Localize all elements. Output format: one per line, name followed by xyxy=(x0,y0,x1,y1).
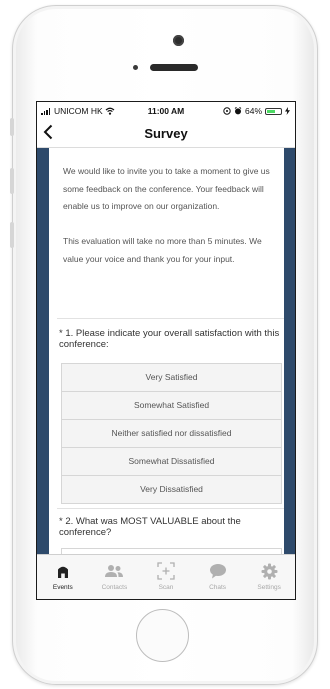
tab-label: Chats xyxy=(209,584,227,591)
battery-percent: 64% xyxy=(244,106,262,116)
survey-scroll-area[interactable]: We would like to invite you to take a mo… xyxy=(37,148,295,554)
alarm-icon xyxy=(234,107,242,115)
front-camera xyxy=(173,35,184,46)
status-bar: UNICOM HK 11:00 AM 64% xyxy=(37,102,295,120)
satisfaction-options: Very Satisfied Somewhat Satisfied Neithe… xyxy=(61,363,282,504)
divider xyxy=(57,318,284,319)
question-2-label: * 2. What was MOST VALUABLE about the co… xyxy=(59,516,241,538)
survey-intro: We would like to invite you to take a mo… xyxy=(63,163,273,286)
intro-paragraph: This evaluation will take no more than 5… xyxy=(63,236,262,264)
survey-card: We would like to invite you to take a mo… xyxy=(49,148,284,554)
page-title: Survey xyxy=(144,126,188,141)
home-icon xyxy=(57,566,68,578)
volume-down-button xyxy=(10,222,14,248)
battery-icon xyxy=(265,107,282,115)
charging-icon xyxy=(285,107,290,115)
tab-label: Scan xyxy=(158,584,174,591)
volume-up-button xyxy=(10,168,14,194)
scan-icon xyxy=(157,562,175,580)
proximity-sensor xyxy=(133,65,138,70)
tab-settings[interactable]: Settings xyxy=(243,555,295,599)
divider xyxy=(57,508,284,509)
tab-label: Contacts xyxy=(101,584,128,591)
gear-icon xyxy=(261,563,278,579)
tab-scan[interactable]: Scan xyxy=(140,555,192,599)
option-very-satisfied[interactable]: Very Satisfied xyxy=(62,364,281,392)
tab-contacts[interactable]: Contacts xyxy=(89,555,141,599)
option-very-dissatisfied[interactable]: Very Dissatisfied xyxy=(62,476,281,503)
contacts-icon xyxy=(105,565,124,577)
option-somewhat-dissatisfied[interactable]: Somewhat Dissatisfied xyxy=(62,448,281,476)
mute-switch xyxy=(10,118,14,136)
battery-fill xyxy=(267,109,276,113)
tab-bar: Events Contacts Scan Chats Settings xyxy=(37,554,295,599)
location-icon xyxy=(223,107,231,115)
option-neutral[interactable]: Neither satisfied nor dissatisfied xyxy=(62,420,281,448)
chat-icon xyxy=(209,564,226,579)
phone-screen: UNICOM HK 11:00 AM 64% Survey We would l… xyxy=(36,101,296,600)
question-1-label: * 1. Please indicate your overall satisf… xyxy=(59,328,280,350)
option-somewhat-satisfied[interactable]: Somewhat Satisfied xyxy=(62,392,281,420)
navigation-bar: Survey xyxy=(37,120,295,148)
earpiece-speaker xyxy=(150,64,198,71)
intro-paragraph: We would like to invite you to take a mo… xyxy=(63,166,270,211)
tab-label: Settings xyxy=(257,584,281,591)
home-button[interactable] xyxy=(136,609,189,662)
tab-events[interactable]: Events xyxy=(37,555,89,599)
tab-label: Events xyxy=(52,584,73,591)
tab-chats[interactable]: Chats xyxy=(192,555,244,599)
